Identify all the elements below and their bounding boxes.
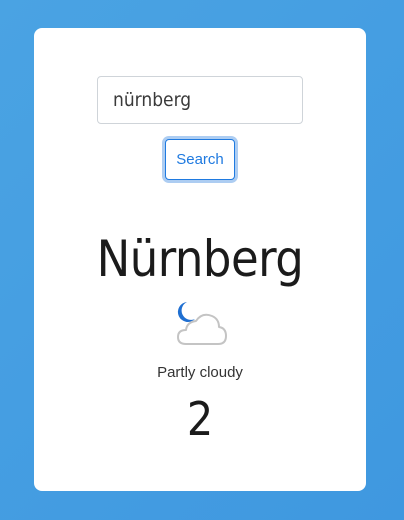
city-name: Nürnberg — [96, 230, 304, 288]
partly-cloudy-night-icon — [173, 298, 231, 348]
search-input[interactable] — [97, 76, 303, 124]
weather-condition: Partly cloudy — [157, 364, 243, 381]
temperature-value: 2 — [186, 392, 214, 446]
search-button[interactable]: Search — [165, 139, 235, 180]
weather-card: Search Nürnberg Partly cloudy 2 — [34, 28, 366, 491]
